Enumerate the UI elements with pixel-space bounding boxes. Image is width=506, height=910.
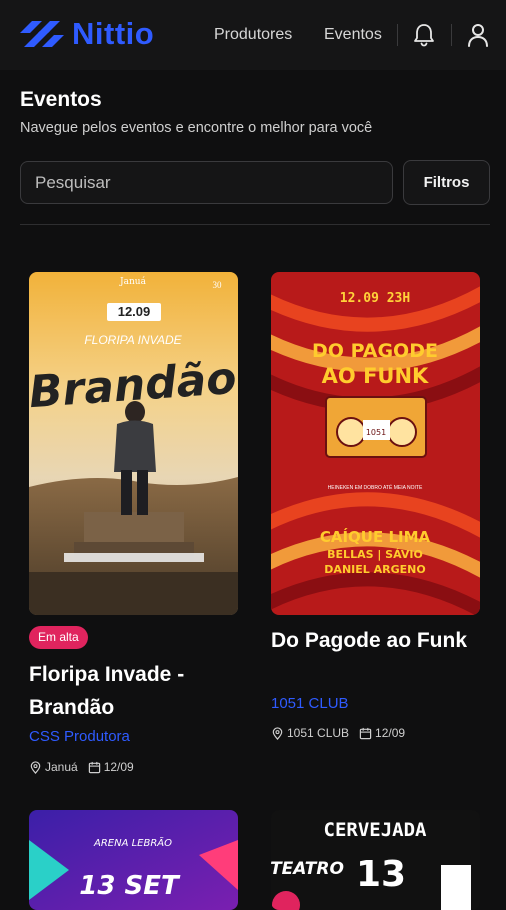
poster-artist-3: DANIEL ARGENO bbox=[324, 563, 425, 576]
event-producer-link[interactable]: CSS Produtora bbox=[29, 728, 130, 745]
event-meta: 1051 CLUB 12/09 bbox=[271, 726, 405, 740]
poster-badge: 1051 bbox=[366, 428, 386, 437]
poster-venue: TEATRO bbox=[271, 859, 344, 879]
nav-produtores[interactable]: Produtores bbox=[214, 26, 292, 44]
event-poster-floripa-invade[interactable]: Januá 30 12.09 FLORIPA INVADE Brandão bbox=[29, 272, 238, 615]
event-poster-cervejada[interactable]: CERVEJADA TEATRO 13 bbox=[271, 810, 480, 910]
event-date: 12/09 bbox=[375, 726, 406, 740]
nav-divider bbox=[397, 24, 398, 46]
event-producer-link[interactable]: 1051 CLUB bbox=[271, 695, 349, 712]
poster-tag: HEINEKEN EM DOBRO ATÉ MEIA NOITE bbox=[328, 484, 423, 491]
logo-text: Nittio bbox=[72, 16, 155, 51]
event-venue: 1051 CLUB bbox=[287, 726, 350, 740]
user-icon[interactable] bbox=[466, 22, 490, 48]
top-navbar: Nittio Produtores Eventos bbox=[0, 0, 506, 70]
event-poster-image: CERVEJADA TEATRO 13 bbox=[271, 810, 480, 910]
calendar-icon bbox=[88, 761, 100, 773]
poster-top: ARENA LEBRÃO bbox=[93, 836, 172, 849]
poster-top: CERVEJADA bbox=[324, 819, 428, 841]
logo-mark-icon bbox=[20, 21, 64, 47]
search-input[interactable] bbox=[20, 161, 393, 204]
event-title[interactable]: Floripa Invade - Brandão bbox=[29, 658, 244, 724]
poster-headline-1: DO PAGODE bbox=[312, 340, 438, 362]
section-divider bbox=[20, 224, 490, 225]
poster-date: 12.09 bbox=[118, 304, 151, 319]
bell-icon[interactable] bbox=[412, 22, 436, 48]
event-title[interactable]: Do Pagode ao Funk bbox=[271, 624, 486, 657]
poster-brand: Januá bbox=[119, 276, 147, 287]
calendar-icon bbox=[359, 727, 372, 739]
nav-divider bbox=[451, 24, 452, 46]
trending-badge: Em alta bbox=[29, 626, 88, 649]
poster-age: 30 bbox=[213, 280, 223, 290]
poster-artist-2: BELLAS | SÁVIO bbox=[327, 548, 423, 561]
event-poster-image: 12.09 23H DO PAGODE AO FUNK 1051 HEINEKE… bbox=[271, 272, 480, 615]
poster-date: 13 SET bbox=[79, 871, 181, 901]
location-icon bbox=[30, 760, 41, 774]
event-poster-image: ARENA LEBRÃO 13 SET bbox=[29, 810, 238, 910]
poster-headline-2: AO FUNK bbox=[322, 364, 429, 388]
poster-artist-1: CAÍQUE LIMA bbox=[320, 527, 431, 546]
page-title: Eventos bbox=[20, 88, 102, 111]
poster-date: 12.09 23H bbox=[340, 291, 410, 306]
filters-button[interactable]: Filtros bbox=[403, 160, 490, 205]
event-date: 12/09 bbox=[103, 760, 134, 774]
brand-logo[interactable]: Nittio bbox=[20, 18, 154, 50]
poster-sub: FLORIPA INVADE bbox=[84, 333, 182, 347]
event-poster-image: Januá 30 12.09 FLORIPA INVADE Brandão bbox=[29, 272, 238, 615]
page-subtitle: Navegue pelos eventos e encontre o melho… bbox=[20, 120, 373, 136]
location-icon bbox=[272, 726, 283, 740]
event-poster-pagode-funk[interactable]: 12.09 23H DO PAGODE AO FUNK 1051 HEINEKE… bbox=[271, 272, 480, 615]
event-meta: Januá 12/09 bbox=[29, 760, 134, 774]
event-venue: Januá bbox=[45, 760, 78, 774]
poster-day: 13 bbox=[356, 854, 406, 895]
event-poster-arena[interactable]: ARENA LEBRÃO 13 SET bbox=[29, 810, 238, 910]
nav-eventos[interactable]: Eventos bbox=[324, 26, 382, 44]
